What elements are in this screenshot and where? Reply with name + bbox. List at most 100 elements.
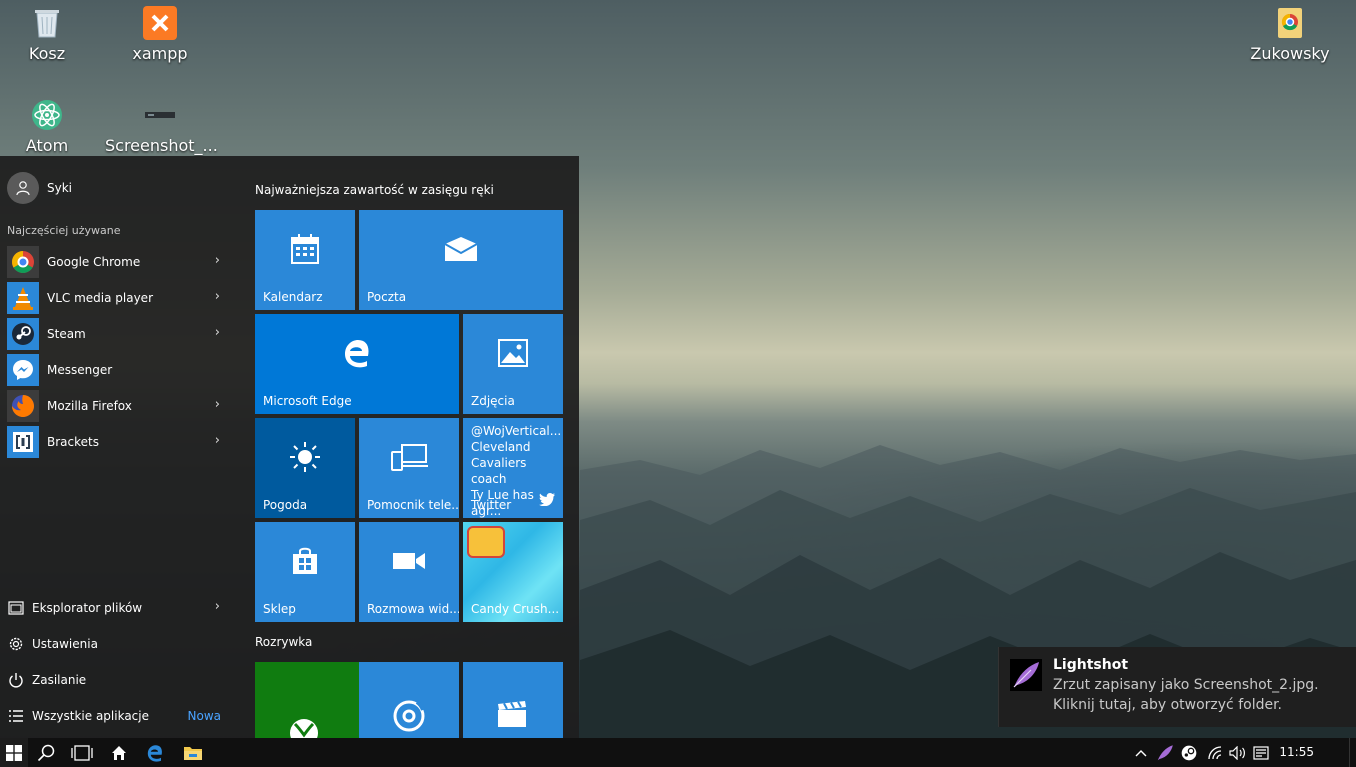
desktop-icon-label: Zukowsky (1250, 44, 1330, 63)
chevron-right-icon[interactable]: › (215, 433, 220, 448)
tile-label: Pogoda (263, 498, 308, 512)
chrome-icon (7, 246, 39, 278)
tile-candy-crush[interactable]: Candy Crush... (463, 522, 563, 622)
clapperboard-icon (497, 700, 527, 732)
desktop-icon-atom[interactable]: Atom (0, 98, 102, 155)
tile-store[interactable]: Sklep (255, 522, 355, 622)
steam-icon (1181, 745, 1197, 760)
xbox-icon (289, 718, 319, 738)
vlc-icon (7, 282, 39, 314)
start-left-column: Syki Najczęściej używane Google Chrome ›… (0, 156, 240, 738)
start-button[interactable] (0, 738, 28, 767)
app-label: Mozilla Firefox (47, 399, 132, 413)
tile-label: Poczta (367, 290, 407, 304)
app-messenger[interactable]: Messenger (0, 352, 240, 388)
tile-label: Kalendarz (263, 290, 323, 304)
file-explorer-taskbar-button[interactable] (175, 738, 211, 767)
app-label: VLC media player (47, 291, 154, 305)
folder-icon (184, 746, 202, 760)
messenger-icon (7, 354, 39, 386)
file-explorer-icon (7, 599, 25, 617)
app-steam[interactable]: Steam › (0, 316, 240, 352)
desktop-icon-xampp[interactable]: xampp (105, 6, 215, 63)
chevron-up-icon (1135, 749, 1147, 756)
show-desktop-button[interactable] (1349, 738, 1356, 767)
volume-tray-button[interactable] (1227, 738, 1249, 767)
steam-icon (7, 318, 39, 350)
chevron-right-icon[interactable]: › (215, 253, 220, 268)
chevron-right-icon[interactable]: › (215, 599, 220, 614)
tile-label: Zdjęcia (471, 394, 515, 408)
tile-calendar[interactable]: Kalendarz (255, 210, 355, 310)
file-explorer-button[interactable]: Eksplorator plików › (0, 590, 240, 626)
edge-taskbar-button[interactable] (137, 738, 173, 767)
desktop-icon-recycle-bin[interactable]: Kosz (0, 6, 102, 63)
tile-phone-companion[interactable]: Pomocnik tele... (359, 418, 459, 518)
app-brackets[interactable]: Brackets › (0, 424, 240, 460)
settings-button[interactable]: Ustawienia (0, 626, 240, 662)
chevron-right-icon[interactable]: › (215, 289, 220, 304)
steam-tray-button[interactable] (1178, 738, 1200, 767)
show-hidden-icons-button[interactable] (1132, 738, 1150, 767)
tile-microsoft-edge[interactable]: Microsoft Edge (255, 314, 459, 414)
tile-group-title: Najważniejsza zawartość w zasięgu ręki (255, 183, 494, 197)
tile-label: Microsoft Edge (263, 394, 352, 408)
app-label: Brackets (47, 435, 99, 449)
chevron-right-icon[interactable]: › (215, 325, 220, 340)
most-used-heading: Najczęściej używane (7, 224, 121, 237)
home-button[interactable] (101, 738, 137, 767)
wifi-icon (1208, 745, 1222, 759)
brackets-icon (7, 426, 39, 458)
edge-icon (147, 744, 162, 762)
tile-video-call[interactable]: Rozmowa wid... (359, 522, 459, 622)
power-icon (7, 671, 25, 689)
mail-icon (359, 210, 563, 288)
tile-mail[interactable]: Poczta (359, 210, 563, 310)
task-view-button[interactable] (64, 738, 100, 767)
user-account[interactable]: Syki (7, 172, 72, 204)
app-vlc[interactable]: VLC media player › (0, 280, 240, 316)
power-label: Zasilanie (32, 673, 87, 687)
search-button[interactable] (28, 738, 64, 767)
desktop-icon-label: Atom (25, 136, 69, 155)
chrome-folder-icon (1273, 6, 1307, 40)
tile-movies-tv[interactable] (463, 662, 563, 738)
taskbar: 11:55 (0, 738, 1356, 767)
tweet-line: Cavaliers coach (471, 456, 527, 486)
most-used-list: Google Chrome › VLC media player › Steam… (0, 244, 240, 460)
desktop-icon-zukowsky[interactable]: Zukowsky (1235, 6, 1345, 63)
phone-companion-icon (359, 418, 459, 496)
photos-icon (463, 314, 563, 392)
start-menu: Syki Najczęściej używane Google Chrome ›… (0, 156, 579, 738)
chevron-right-icon[interactable]: › (215, 397, 220, 412)
power-button[interactable]: Zasilanie (0, 662, 240, 698)
store-icon (255, 522, 355, 600)
keyboard-icon (1253, 745, 1269, 760)
app-mozilla-firefox[interactable]: Mozilla Firefox › (0, 388, 240, 424)
input-tray-button[interactable] (1250, 738, 1272, 767)
recycle-bin-icon (30, 6, 64, 40)
tile-label: Pomocnik tele... (367, 498, 459, 512)
desktop-icon-label: Kosz (28, 44, 66, 63)
app-google-chrome[interactable]: Google Chrome › (0, 244, 240, 280)
firefox-icon (7, 390, 39, 422)
tile-twitter[interactable]: @WojVertical... Cleveland Cavaliers coac… (463, 418, 563, 518)
taskbar-clock[interactable]: 11:55 (1279, 745, 1314, 759)
lightshot-notification[interactable]: Lightshot Zrzut zapisany jako Screenshot… (998, 647, 1356, 727)
desktop-icon-screenshot[interactable]: Screenshot_... (105, 98, 218, 155)
user-avatar-icon (7, 172, 39, 204)
network-tray-button[interactable] (1204, 738, 1226, 767)
candy-crush-logo (467, 526, 505, 558)
speaker-icon (1229, 745, 1245, 760)
all-apps-button[interactable]: Wszystkie aplikacje Nowa (0, 698, 240, 734)
tile-weather[interactable]: Pogoda (255, 418, 355, 518)
sun-icon (255, 418, 355, 496)
tile-groove-music[interactable] (359, 662, 459, 738)
start-bottom-list: Eksplorator plików › Ustawienia Zasilani… (0, 590, 240, 734)
lightshot-tray-button[interactable] (1154, 738, 1176, 767)
home-icon (112, 745, 126, 760)
desktop-icon-label: xampp (132, 44, 188, 63)
tweet-line: Cleveland (471, 440, 531, 454)
tile-photos[interactable]: Zdjęcia (463, 314, 563, 414)
notification-message: Kliknij tutaj, aby otworzyć folder. (1053, 697, 1283, 713)
